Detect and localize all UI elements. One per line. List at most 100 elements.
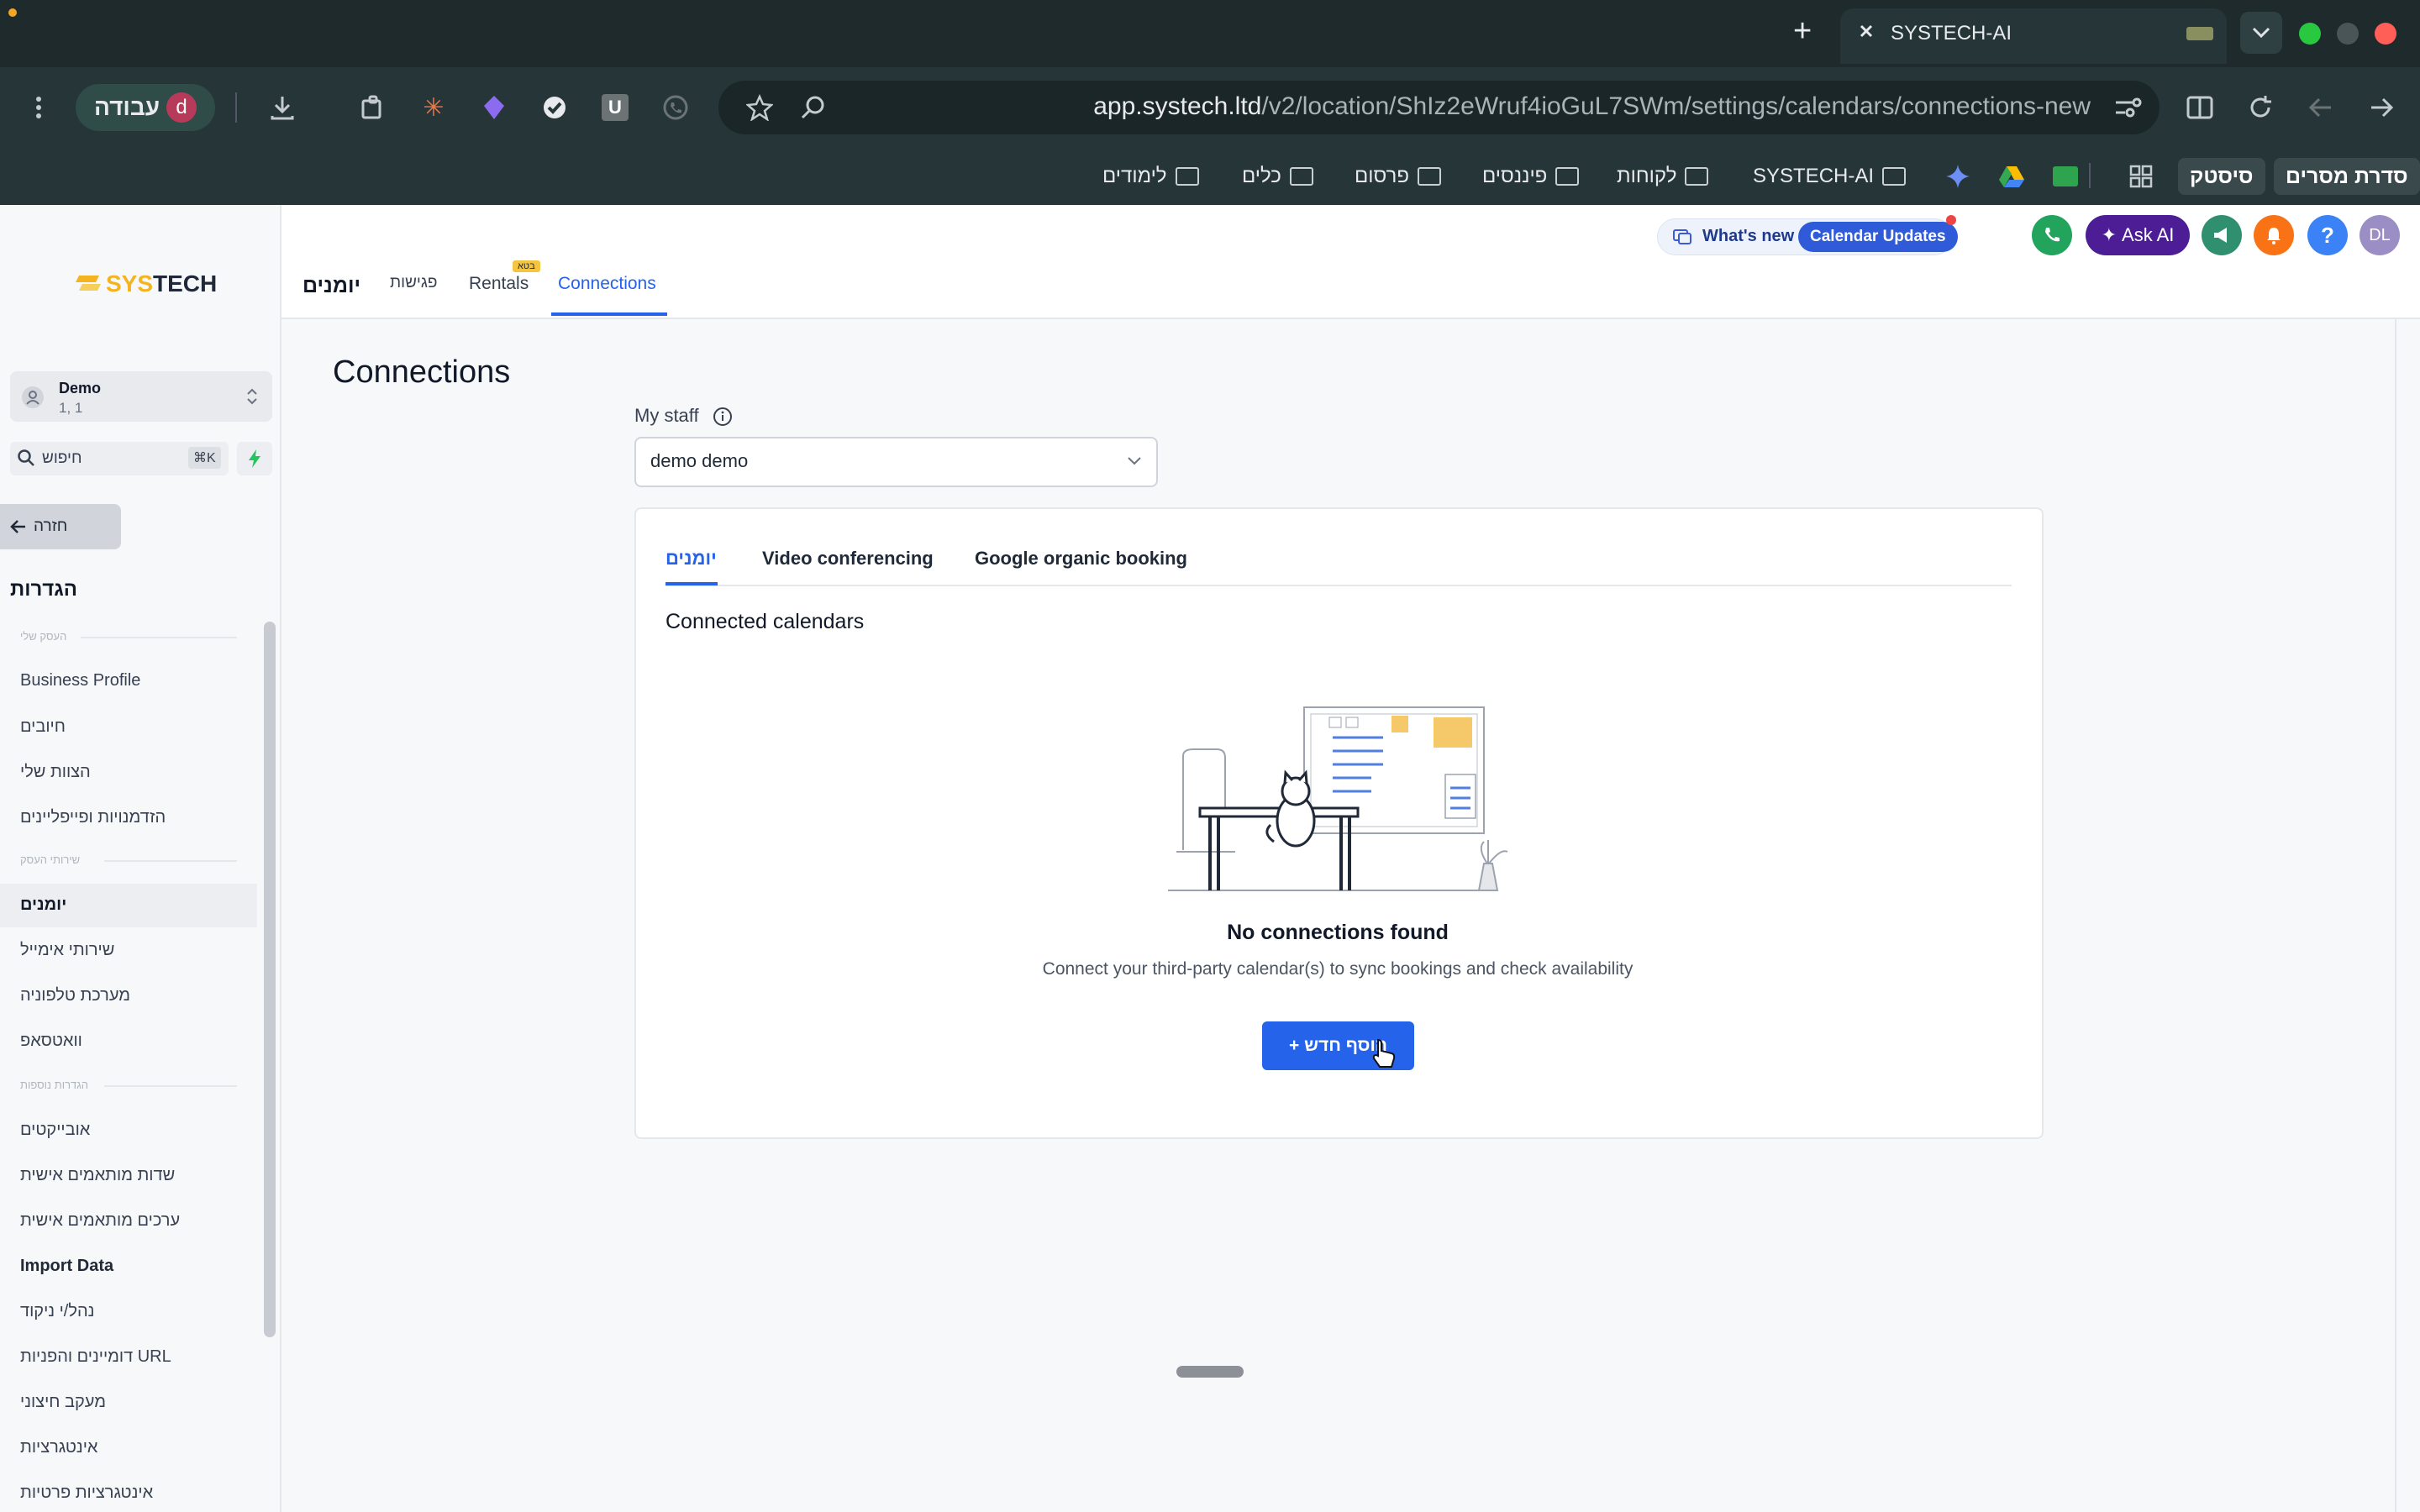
whats-new-label: What's new [1702,227,1795,245]
sidebar-item-billing[interactable]: חיובים [20,717,66,737]
sidebar-item-domains[interactable]: דומיינים והפניות URL [20,1347,171,1367]
sidebar-item-custom-fields[interactable]: שדות מותאמים אישית [20,1166,175,1185]
sub-tab-rentals[interactable]: Rentals [469,274,529,294]
gemini-bookmark-icon[interactable] [1939,158,1976,195]
sidebar-item-business-profile[interactable]: Business Profile [20,671,140,690]
notifications-button[interactable] [2254,215,2294,255]
folder-icon [1882,167,1907,186]
extensions-icon[interactable] [355,89,392,126]
sub-tab-connections[interactable]: Connections [558,274,656,294]
bookmark-divider [2089,163,2091,188]
new-tab-button[interactable]: + [1793,13,1812,50]
menu-kebab-icon[interactable] [20,89,57,126]
bookmark-chip-1[interactable]: סדרת מסרים [2274,158,2420,195]
section-divider [104,1085,237,1087]
profile-avatar: d [166,92,197,123]
back-arrow-icon[interactable] [2302,89,2339,126]
bookmark-label: SYSTECH-AI [1753,165,1875,187]
help-button[interactable]: ? [2307,215,2348,255]
site-settings-icon[interactable] [2109,89,2146,126]
url-domain: app.systech.ltd [1093,92,1262,120]
folder-icon [1555,167,1580,186]
section-divider [81,637,237,638]
bookmark-folder-2[interactable]: לקוחות [1617,160,1709,193]
section-title: Connected calendars [666,610,865,633]
sidebar-item-email-services[interactable]: שירותי אימייל [20,941,114,960]
bookmark-folder-6[interactable]: לימודים [1102,160,1199,193]
account-switcher[interactable] [10,371,272,422]
bell-icon [2267,228,2281,244]
bookmark-folder-3[interactable]: פיננסים [1482,160,1580,193]
tab-favicon [2186,27,2213,40]
account-toggle-icon [245,386,259,407]
user-avatar[interactable]: DL [2360,215,2400,255]
forward-arrow-icon[interactable] [2363,89,2400,126]
lightning-icon [249,449,260,468]
back-button[interactable]: חזרה [0,504,121,549]
sidebar-scrollbar[interactable] [264,622,276,1337]
sidebar-item-external-tracking[interactable]: מעקב חיצוני [20,1393,106,1412]
bookmark-chip-2[interactable]: סיסטק [2178,158,2265,195]
announcement-icon [1672,227,1692,247]
chevron-down-icon [1126,455,1143,467]
sidebar-item-my-team[interactable]: הצוות שלי [20,763,91,782]
calendar-updates-chip[interactable]: Calendar Updates [1798,222,1958,252]
empty-state-illustration [1168,699,1521,900]
back-label: חזרה [34,517,68,535]
sub-tab-meetings[interactable]: פגישות [390,274,438,292]
sidebar-item-private-integrations[interactable]: אינטגרציות פרטיות [20,1483,153,1503]
reload-icon[interactable] [2242,89,2279,126]
sidebar-item-import-data[interactable]: Import Data [20,1257,113,1276]
bookmark-star-icon[interactable] [741,89,778,126]
apps-grid-icon[interactable] [2123,158,2160,195]
app-logo[interactable]: SYS TECH [76,270,217,297]
card-tab-video-conferencing[interactable]: Video conferencing [762,548,934,570]
logo-text-tech: TECH [153,270,218,297]
sidebar-item-opportunities[interactable]: הזדמנויות ופייפליינים [20,808,166,827]
maximize-window-button[interactable] [2299,23,2321,45]
phone-extension-icon[interactable] [657,89,694,126]
sidebar-item-whatsapp[interactable]: וואטסאפ [20,1032,82,1051]
sparkle-icon: ✦ [2101,224,2118,245]
sidebar-item-integrations[interactable]: אינטגרציות [20,1438,97,1457]
logo-mark-icon [76,276,101,291]
split-view-icon[interactable] [2181,89,2218,126]
megaphone-button[interactable] [2202,215,2242,255]
check-extension-icon[interactable] [536,89,573,126]
empty-state-description: Connect your third-party calendar(s) to … [1042,959,1634,979]
card-tab-calendars[interactable]: יומנים [666,548,717,570]
tab-search-button[interactable] [2240,12,2282,54]
sheets-bookmark-icon[interactable] [2047,158,2084,195]
close-tab-icon[interactable] [1854,18,1879,44]
bookmark-label: פיננסים [1482,165,1548,187]
claude-extension-icon[interactable]: ✳ [415,89,452,126]
search-icon [17,449,35,467]
sidebar-item-objects[interactable]: אובייקטים [20,1121,90,1140]
gem-extension-icon[interactable] [476,89,513,126]
search-input[interactable]: חיפוש [42,449,82,468]
url-path: /v2/location/ShIz2eWruf4ioGuL7SWm/settin… [1261,92,2091,120]
sidebar-item-calendars[interactable]: יומנים [20,895,66,915]
drive-bookmark-icon[interactable] [1993,158,2030,195]
bookmark-folder-4[interactable]: פרסום [1355,160,1441,193]
bookmark-folder-1[interactable]: SYSTECH-AI [1753,160,1907,193]
sidebar-item-custom-values[interactable]: ערכים מותאמים אישית [20,1211,180,1231]
download-icon[interactable] [264,89,301,126]
u-extension-icon[interactable]: U [597,89,634,126]
sidebar-item-phone-system[interactable]: מערכת טלפוניה [20,986,130,1005]
search-shortcut: ⌘K [188,447,221,469]
section-label-business-services: שירותי העסק [20,853,81,866]
card-tab-google-organic-booking[interactable]: Google organic booking [975,548,1187,570]
phone-button[interactable] [2032,215,2072,255]
zoom-icon[interactable] [795,89,832,126]
bookmark-folder-5[interactable]: כלים [1242,160,1313,193]
ask-ai-button[interactable]: ✦ Ask AI [2086,215,2190,255]
sidebar-item-scoring[interactable]: נהל/י ניקוד [20,1302,94,1321]
sub-tab-calendars[interactable]: יומנים [302,274,360,298]
horizontal-scroll-handle[interactable] [1176,1366,1244,1378]
close-window-button[interactable] [2375,23,2396,45]
quick-action-button[interactable] [237,442,272,475]
minimize-window-button[interactable] [2337,23,2359,45]
bookmark-label: כלים [1242,165,1281,187]
folder-icon [1175,167,1199,186]
